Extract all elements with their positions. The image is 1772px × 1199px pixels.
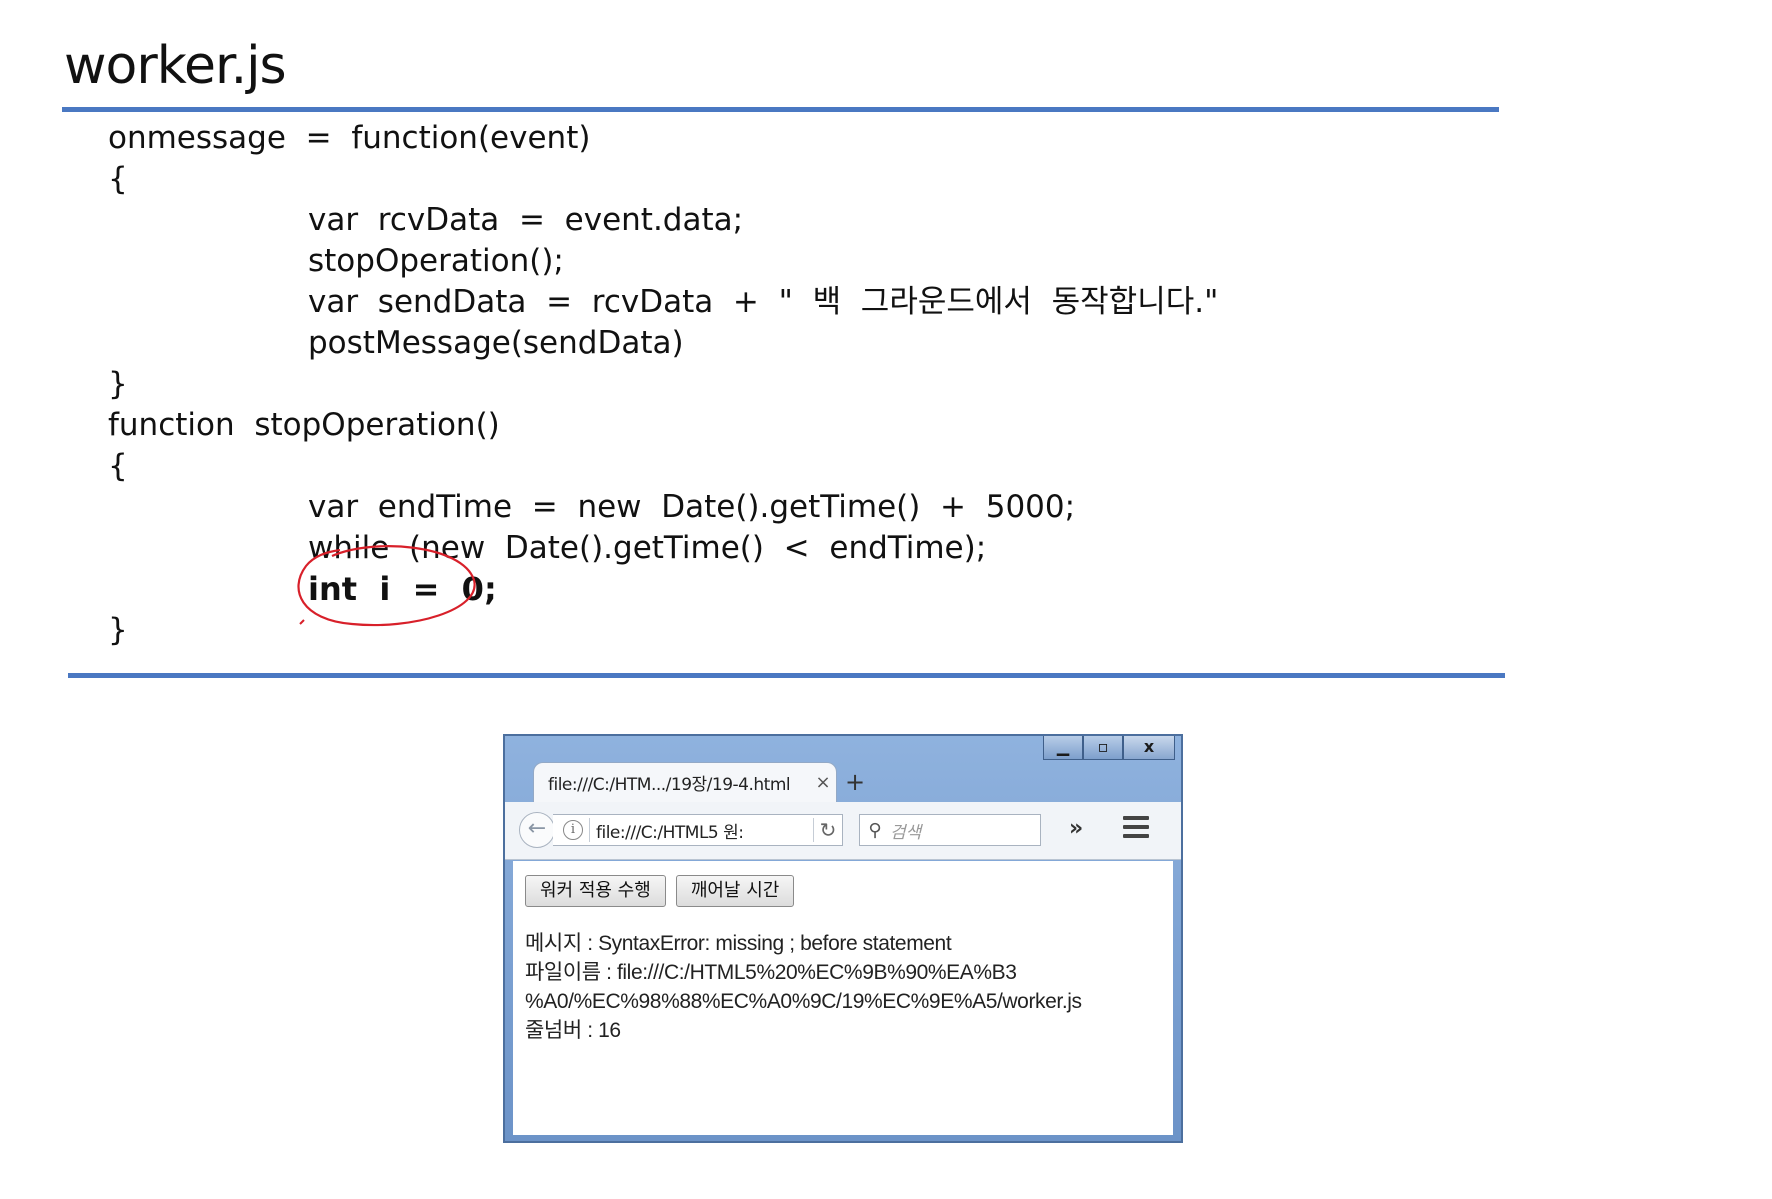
code-line: postMessage(sendData)	[308, 325, 684, 361]
error-filename-line-cont: %A0/%EC%98%88%EC%A0%9C/19%EC%9E%A5/worke…	[525, 990, 1082, 1013]
code-line: function stopOperation()	[108, 407, 500, 443]
code-line-highlighted: int i = 0;	[308, 570, 497, 608]
tab-strip: file:///C:/HTM.../19장/19-4.html × +	[533, 762, 873, 802]
button-row: 워커 적용 수행 깨어날 시간	[525, 875, 795, 907]
bottom-divider	[68, 673, 1505, 678]
close-window-button[interactable]: x	[1123, 736, 1175, 760]
search-input[interactable]: ⚲ 검색	[859, 814, 1041, 846]
new-tab-button[interactable]: +	[837, 762, 873, 802]
browser-window: ▁ ▫ x file:///C:/HTM.../19장/19-4.html × …	[503, 734, 1183, 1143]
error-filename-line: 파일이름 : file:///C:/HTML5%20%EC%9B%90%EA%B…	[525, 961, 1017, 984]
error-line-number: 줄넘버 : 16	[525, 1019, 621, 1042]
overflow-chevron-icon[interactable]: »	[1069, 816, 1083, 841]
code-line: }	[108, 612, 128, 648]
slide-title: worker.js	[64, 36, 287, 96]
url-text[interactable]: file:///C:/HTML5 원:	[596, 818, 813, 843]
code-line: var endTime = new Date().getTime() + 500…	[308, 489, 1076, 525]
reload-icon[interactable]: ↻	[813, 818, 842, 842]
code-line: stopOperation();	[308, 243, 564, 279]
back-arrow-icon[interactable]: ←	[519, 812, 555, 848]
tab-active[interactable]: file:///C:/HTM.../19장/19-4.html ×	[533, 762, 837, 802]
code-line: {	[108, 448, 128, 484]
search-placeholder: 검색	[890, 822, 922, 843]
error-message-line: 메시지 : SyntaxError: missing ; before stat…	[525, 932, 952, 955]
minimize-button[interactable]: ▁	[1043, 736, 1083, 760]
close-tab-icon[interactable]: ×	[810, 772, 836, 793]
page-content: 워커 적용 수행 깨어날 시간 메시지 : SyntaxError: missi…	[513, 861, 1173, 1135]
navigation-bar: ← i file:///C:/HTML5 원: ↻ ⚲ 검색 »	[505, 802, 1181, 860]
hamburger-menu-icon[interactable]	[1123, 816, 1149, 843]
maximize-button[interactable]: ▫	[1083, 736, 1123, 760]
url-bar[interactable]: i file:///C:/HTML5 원: ↻	[553, 814, 843, 846]
code-line: while (new Date().getTime() < endTime);	[308, 530, 987, 566]
search-icon: ⚲	[868, 819, 882, 841]
code-block: onmessage = function(event) { var rcvDat…	[108, 118, 1218, 651]
url-separator	[589, 818, 590, 842]
window-controls: ▁ ▫ x	[1043, 736, 1175, 762]
code-line: onmessage = function(event)	[108, 120, 591, 156]
code-line: var sendData = rcvData + " 백 그라운드에서 동작합니…	[308, 284, 1219, 320]
code-line: var rcvData = event.data;	[308, 202, 744, 238]
tab-title: file:///C:/HTM.../19장/19-4.html	[548, 775, 791, 795]
code-line: }	[108, 366, 128, 402]
run-worker-button[interactable]: 워커 적용 수행	[525, 875, 666, 907]
top-divider	[62, 107, 1499, 112]
info-icon[interactable]: i	[563, 820, 583, 840]
wake-time-button[interactable]: 깨어날 시간	[675, 875, 795, 907]
error-message-area: 메시지 : SyntaxError: missing ; before stat…	[525, 929, 1165, 1045]
code-line: {	[108, 161, 128, 197]
